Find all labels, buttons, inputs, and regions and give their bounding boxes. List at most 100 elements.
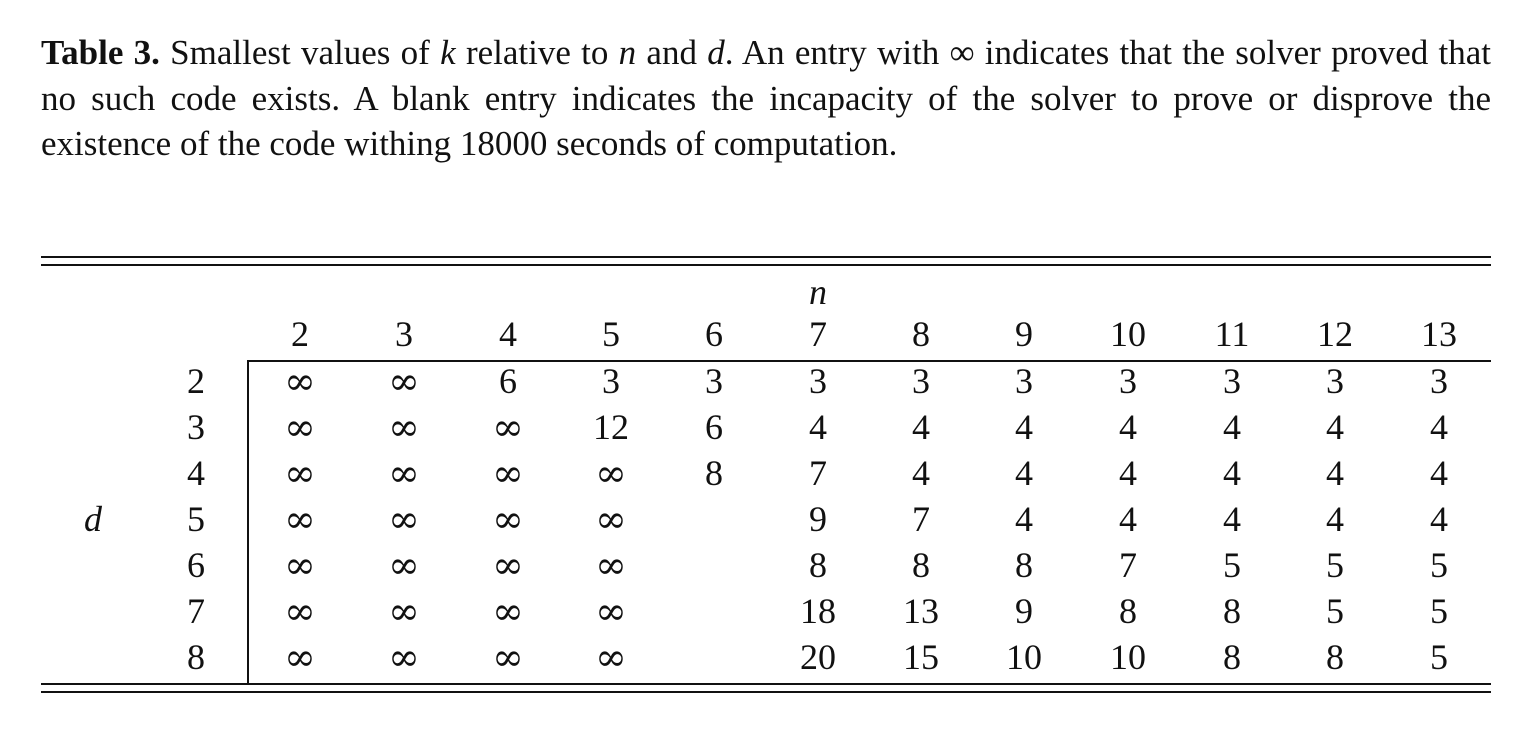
table-cell: 15 [903,637,939,677]
col-header-5: 5 [602,314,620,354]
table-cell: 8 [1223,637,1241,677]
table-cell: 4 [1326,499,1344,539]
table-cell: ∞ [388,543,420,587]
caption-text-1: Smallest values of [170,33,441,72]
table-cell: ∞ [492,451,524,495]
table-cell: ∞ [388,405,420,449]
table-cell: 4 [1015,499,1033,539]
caption-var-n: n [618,33,637,72]
col-header-8: 8 [912,314,930,354]
table-cell: 6 [499,361,517,401]
table-cell: ∞ [492,543,524,587]
table-cell: ∞ [595,497,627,541]
table-cell: ∞ [595,635,627,679]
table-cell: 3 [1430,361,1448,401]
table-cell: 3 [1223,361,1241,401]
table-cell: 4 [1015,453,1033,493]
table-cell: 3 [1015,361,1033,401]
row-header-7: 7 [187,591,205,631]
table-cell [669,545,759,585]
caption-var-d: d [707,33,725,72]
table-cell: ∞ [595,543,627,587]
table-top-rule-2 [41,264,1491,266]
row-header-5: 5 [187,499,205,539]
table-cell: 12 [593,407,629,447]
col-header-3: 3 [395,314,413,354]
table-cell: ∞ [595,451,627,495]
table-bottom-rule-1 [41,683,1491,685]
table-cell: 4 [1430,453,1448,493]
table-cell: ∞ [388,359,420,403]
col-header-10: 10 [1110,314,1146,354]
table-cell: 9 [809,499,827,539]
row-header-8: 8 [187,637,205,677]
table-cell: ∞ [284,589,316,633]
table-cell: 4 [912,453,930,493]
table-cell: ∞ [388,497,420,541]
table-cell: 4 [1015,407,1033,447]
table-cell: 4 [1326,407,1344,447]
table-cell: 4 [1326,453,1344,493]
col-header-7: 7 [809,314,827,354]
table-cell: 4 [1119,453,1137,493]
caption-text-2: relative to [455,33,619,72]
table-cell: 13 [903,591,939,631]
table-cell: ∞ [388,451,420,495]
table-cell: 5 [1430,637,1448,677]
table-cell: 8 [1223,591,1241,631]
table-cell: 3 [809,361,827,401]
table-cell: 8 [1119,591,1137,631]
col-header-label: n [809,272,827,312]
table-cell: 4 [1223,407,1241,447]
table-cell: 4 [1223,499,1241,539]
caption-var-k: k [440,33,456,72]
table-cell: ∞ [284,451,316,495]
table-cell: 8 [1326,637,1344,677]
caption-label: Table 3. [41,33,160,72]
table-cell: 4 [912,407,930,447]
table-cell: 7 [912,499,930,539]
table-cell: ∞ [284,497,316,541]
col-header-9: 9 [1015,314,1033,354]
table-cell: 8 [705,453,723,493]
table-cell: ∞ [284,405,316,449]
table-cell: 4 [809,407,827,447]
col-header-2: 2 [291,314,309,354]
table-cell [669,499,759,539]
table-cell: 3 [912,361,930,401]
table-cell: 6 [705,407,723,447]
table-cell: 3 [705,361,723,401]
table-cell: ∞ [388,635,420,679]
col-header-13: 13 [1421,314,1457,354]
table-cell: ∞ [388,589,420,633]
row-header-6: 6 [187,545,205,585]
row-header-label: d [84,499,102,539]
table-bottom-rule-2 [41,691,1491,693]
table-cell: 7 [1119,545,1137,585]
table-caption: Table 3. Smallest values of k relative t… [41,30,1491,167]
table-cell: 10 [1006,637,1042,677]
table-cell: ∞ [284,359,316,403]
table-cell: ∞ [492,589,524,633]
table-cell: 8 [809,545,827,585]
table-cell: 4 [1430,407,1448,447]
table-cell: 9 [1015,591,1033,631]
table-cell: ∞ [284,635,316,679]
table-cell: 20 [800,637,836,677]
table-cell: 5 [1430,591,1448,631]
table-cell [669,591,759,631]
table-cell: 4 [1119,407,1137,447]
table-cell: 4 [1430,499,1448,539]
table-cell: 5 [1430,545,1448,585]
table-cell: 3 [602,361,620,401]
row-header-4: 4 [187,453,205,493]
table-cell: 4 [1119,499,1137,539]
table-cell: 5 [1223,545,1241,585]
table-cell: ∞ [492,635,524,679]
table-cell: 18 [800,591,836,631]
table-top-rule-1 [41,256,1491,258]
caption-text-3: and [636,33,708,72]
row-header-2: 2 [187,361,205,401]
table-cell: 5 [1326,591,1344,631]
row-separator-line [247,361,249,684]
